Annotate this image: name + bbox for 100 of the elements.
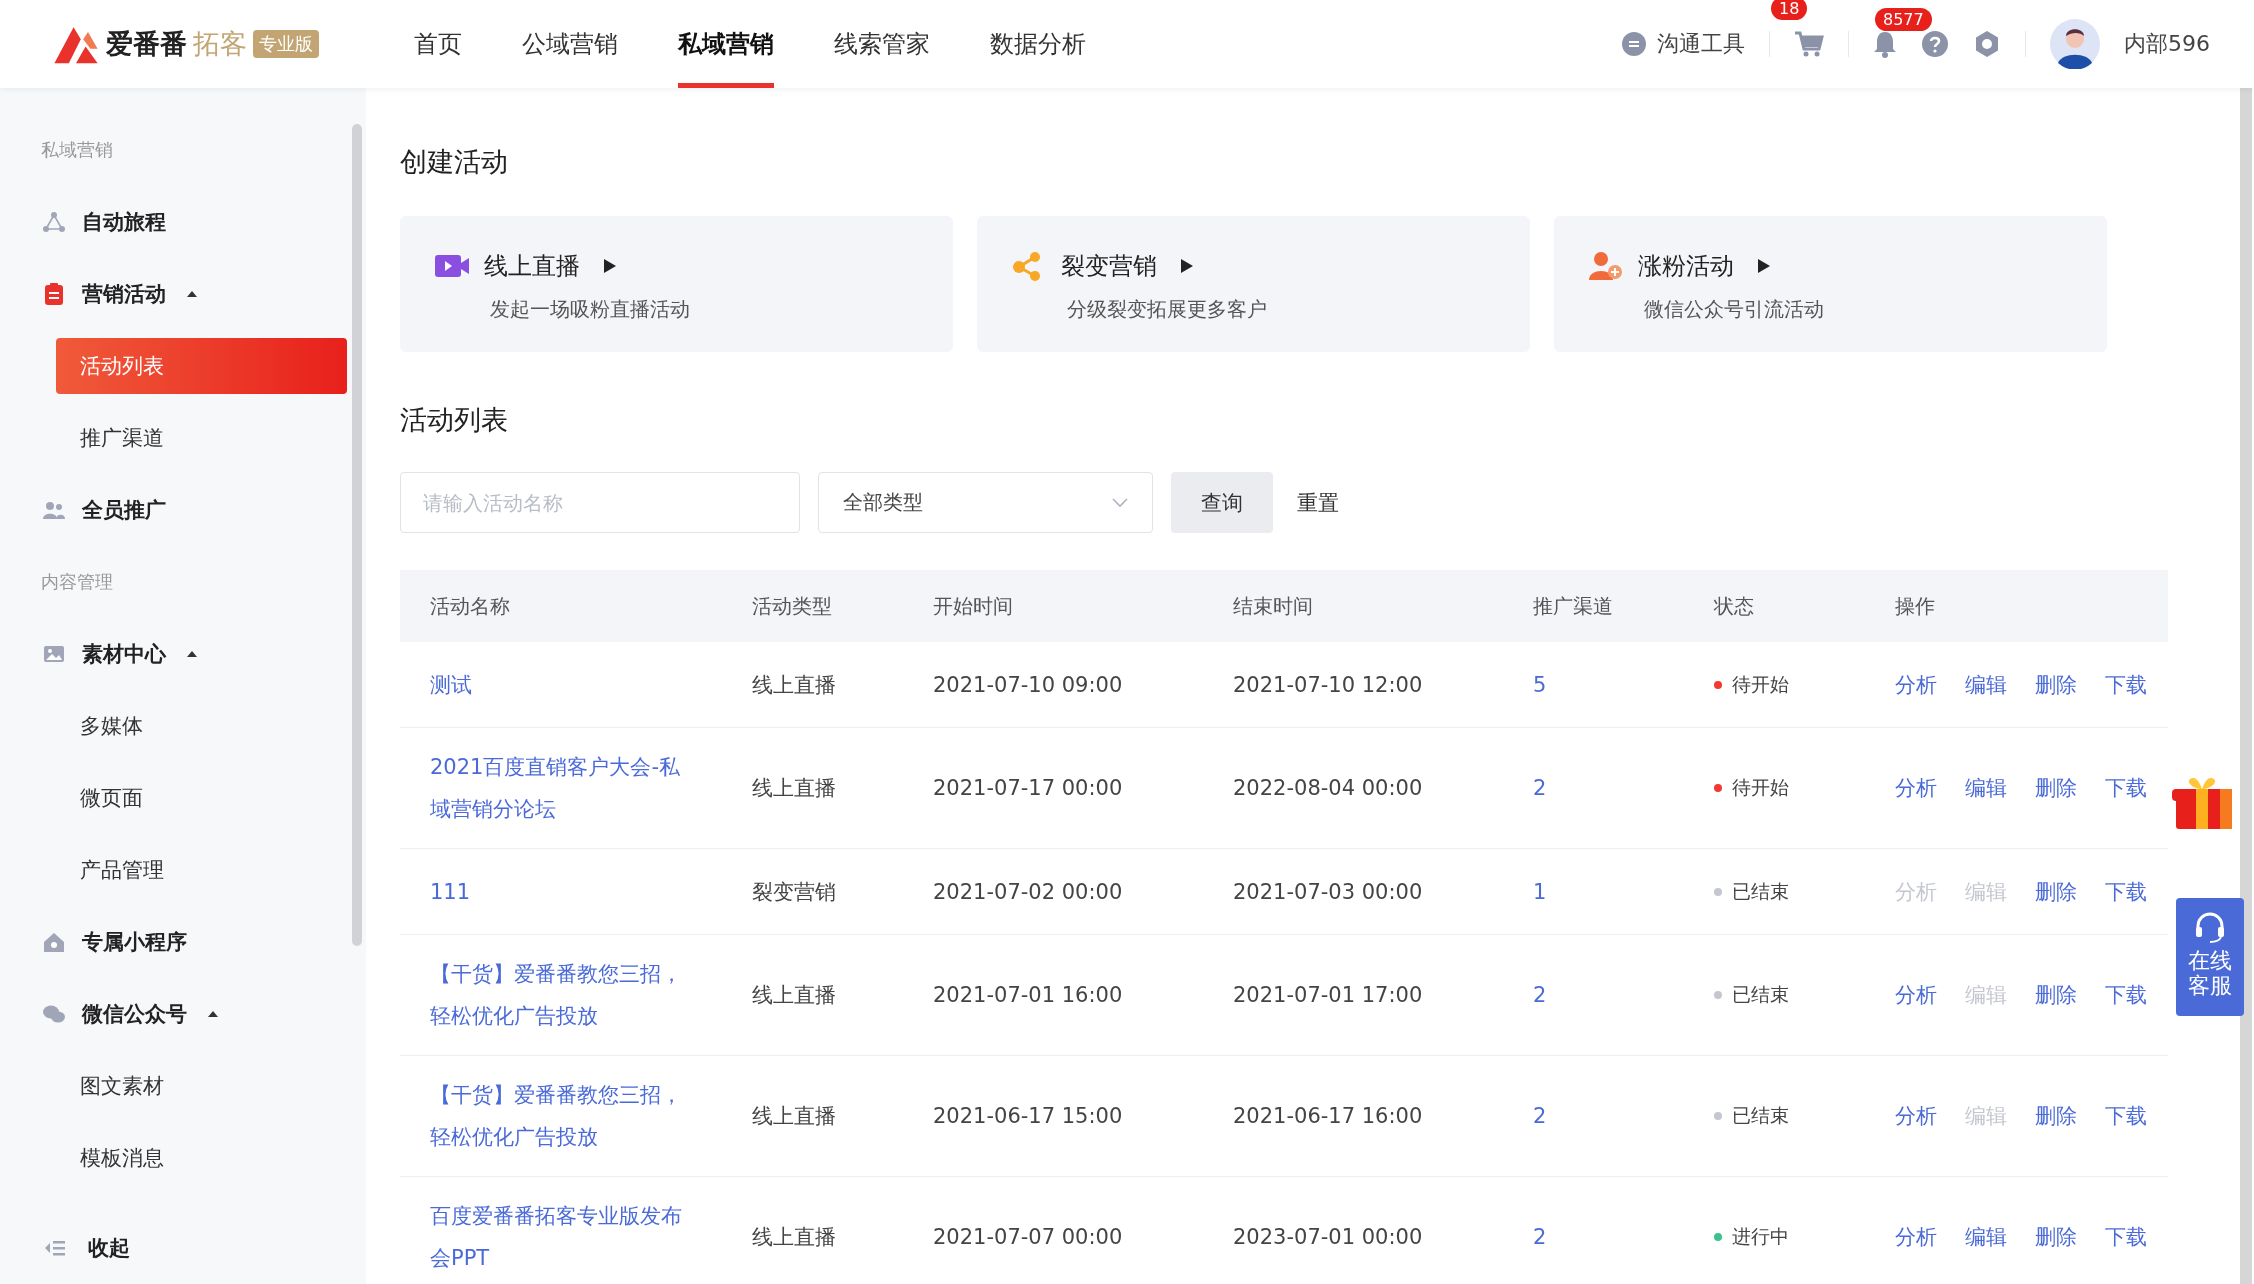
card-title: 线上直播 xyxy=(484,251,580,282)
activity-name-link[interactable]: 2021百度直销客户大会-私域营销分论坛 xyxy=(430,746,690,830)
action-link[interactable]: 分析 xyxy=(1895,1223,1937,1251)
chevron-icon xyxy=(1112,497,1128,508)
channel-count-link[interactable]: 5 xyxy=(1533,672,1547,697)
clipboard-icon xyxy=(42,282,66,306)
channel-count-link[interactable]: 2 xyxy=(1533,1104,1547,1128)
submenu-item[interactable]: 多媒体 xyxy=(56,698,347,754)
user-name[interactable]: 内部596 xyxy=(2124,29,2210,59)
reset-button[interactable]: 重置 xyxy=(1291,488,1345,517)
action-link[interactable]: 删除 xyxy=(2035,1223,2077,1251)
action-link[interactable]: 删除 xyxy=(2035,877,2077,906)
action-link[interactable]: 编辑 xyxy=(1965,1223,2007,1251)
scrollbar[interactable] xyxy=(2240,88,2252,1284)
submenu-item[interactable]: 图文素材 xyxy=(56,1058,347,1114)
gift-icon[interactable] xyxy=(2170,775,2234,831)
cart-icon[interactable] xyxy=(1794,30,1824,58)
action-link[interactable]: 下载 xyxy=(2105,1102,2147,1130)
table-cell: 2021-06-17 16:00 xyxy=(1233,1104,1423,1128)
table-cell: 2021-07-01 17:00 xyxy=(1233,983,1423,1007)
submenu-item[interactable]: 产品管理 xyxy=(56,842,347,898)
action-link[interactable]: 删除 xyxy=(2035,1102,2077,1130)
section-title: 创建活动 xyxy=(400,145,509,179)
activity-type-card[interactable]: 线上直播 发起一场吸粉直播活动 xyxy=(400,216,953,352)
avatar[interactable] xyxy=(2050,19,2100,69)
action-link[interactable]: 下载 xyxy=(2105,877,2147,906)
column-header: 结束时间 xyxy=(1233,592,1314,620)
submenu-item[interactable]: 推广渠道 xyxy=(56,410,347,466)
card-title: 涨粉活动 xyxy=(1638,251,1734,282)
help-icon[interactable] xyxy=(1921,30,1949,58)
query-button[interactable]: 查询 xyxy=(1171,472,1273,533)
search-field[interactable]: 请输入活动名称 xyxy=(400,472,800,533)
submenu-item[interactable]: 微页面 xyxy=(56,770,347,826)
menu-item[interactable]: 素材中心 xyxy=(0,618,366,690)
brand-name: 爱番番 xyxy=(106,27,187,61)
card-description: 分级裂变拓展更多客户 xyxy=(1067,296,1268,323)
activity-name-link[interactable]: 测试 xyxy=(430,663,472,706)
action-link[interactable]: 分析 xyxy=(1895,981,1937,1009)
table-cell-text: 线上直播 xyxy=(752,1103,836,1130)
section-heading: 内容管理 xyxy=(40,570,114,594)
column-header: 状态 xyxy=(1714,592,1755,620)
channel-count-link[interactable]: 1 xyxy=(1533,879,1547,904)
nav-tab[interactable]: 私域营销 xyxy=(678,0,774,88)
action-link[interactable]: 下载 xyxy=(2105,981,2147,1009)
scrollbar[interactable] xyxy=(352,124,362,946)
submenu-item[interactable]: 模板消息 xyxy=(56,1130,347,1186)
nav-tab[interactable]: 首页 xyxy=(414,0,462,88)
play-icon xyxy=(1758,259,1770,273)
action-link[interactable]: 下载 xyxy=(2105,774,2147,802)
menu-item[interactable]: 自动旅程 xyxy=(0,186,366,258)
headset-icon xyxy=(2193,910,2227,944)
channel-count-link[interactable]: 2 xyxy=(1533,1225,1547,1249)
bell-icon[interactable] xyxy=(1873,30,1897,58)
activity-name-link[interactable]: 百度爱番番拓客专业版发布会PPT xyxy=(430,1195,690,1279)
product-name: 拓客 xyxy=(193,27,247,61)
status-text: 待开始 xyxy=(1732,671,1789,697)
column-header: 活动类型 xyxy=(752,592,833,620)
table-cell: 2021-07-01 16:00 xyxy=(933,983,1123,1007)
table-cell: 2021-07-10 12:00 xyxy=(1233,672,1423,697)
channel-count-link[interactable]: 2 xyxy=(1533,776,1547,800)
table-cell-text: 线上直播 xyxy=(752,671,836,699)
collapse-icon xyxy=(44,1239,66,1257)
nav-tab[interactable]: 线索管家 xyxy=(834,0,930,88)
status-text: 已结束 xyxy=(1732,1103,1789,1128)
activity-name-link[interactable]: 【干货】爱番番教您三招，轻松优化广告投放 xyxy=(430,1074,690,1158)
card-title: 裂变营销 xyxy=(1061,251,1157,282)
action-link[interactable]: 分析 xyxy=(1895,1102,1937,1130)
add-user-icon xyxy=(1588,251,1624,281)
action-link[interactable]: 分析 xyxy=(1895,774,1937,802)
action-link[interactable]: 删除 xyxy=(2035,774,2077,802)
action-link[interactable]: 删除 xyxy=(2035,981,2077,1009)
menu-item[interactable]: 专属小程序 xyxy=(0,906,366,978)
channel-count-link[interactable]: 2 xyxy=(1533,983,1547,1007)
menu-item[interactable]: 全员推广 xyxy=(0,474,366,546)
action-link[interactable]: 编辑 xyxy=(1965,774,2007,802)
activity-name-link[interactable]: 111 xyxy=(430,870,471,913)
submenu-item[interactable]: 活动列表 xyxy=(56,338,347,394)
chat-icon xyxy=(1621,31,1647,57)
activity-name-link[interactable]: 【干货】爱番番教您三招，轻松优化广告投放 xyxy=(430,953,690,1037)
chat-tool-button[interactable]: 沟通工具 xyxy=(1621,29,1745,59)
column-header: 开始时间 xyxy=(933,592,1014,620)
online-support-button[interactable]: 在线客服 xyxy=(2176,898,2244,1016)
table-cell-text: 线上直播 xyxy=(752,1224,836,1251)
table-cell-text: 线上直播 xyxy=(752,775,836,802)
settings-icon[interactable] xyxy=(1973,30,2001,58)
nav-tab[interactable]: 数据分析 xyxy=(990,0,1086,88)
menu-item[interactable]: 微信公众号 xyxy=(0,978,366,1050)
activity-type-card[interactable]: 裂变营销 分级裂变拓展更多客户 xyxy=(977,216,1530,352)
nav-tab[interactable]: 公域营销 xyxy=(522,0,618,88)
action-link[interactable]: 分析 xyxy=(1895,670,1937,699)
menu-item[interactable]: 营销活动 xyxy=(0,258,366,330)
action-link[interactable]: 删除 xyxy=(2035,670,2077,699)
type-select[interactable]: 全部类型 xyxy=(818,472,1153,533)
action-link[interactable]: 下载 xyxy=(2105,670,2147,699)
activity-type-card[interactable]: 涨粉活动 微信公众号引流活动 xyxy=(1554,216,2107,352)
action-link[interactable]: 下载 xyxy=(2105,1223,2147,1251)
column-header: 操作 xyxy=(1895,592,1936,620)
action-link[interactable]: 编辑 xyxy=(1965,670,2007,699)
status-text: 已结束 xyxy=(1732,878,1789,904)
count-badge: 18 xyxy=(1771,0,1808,20)
